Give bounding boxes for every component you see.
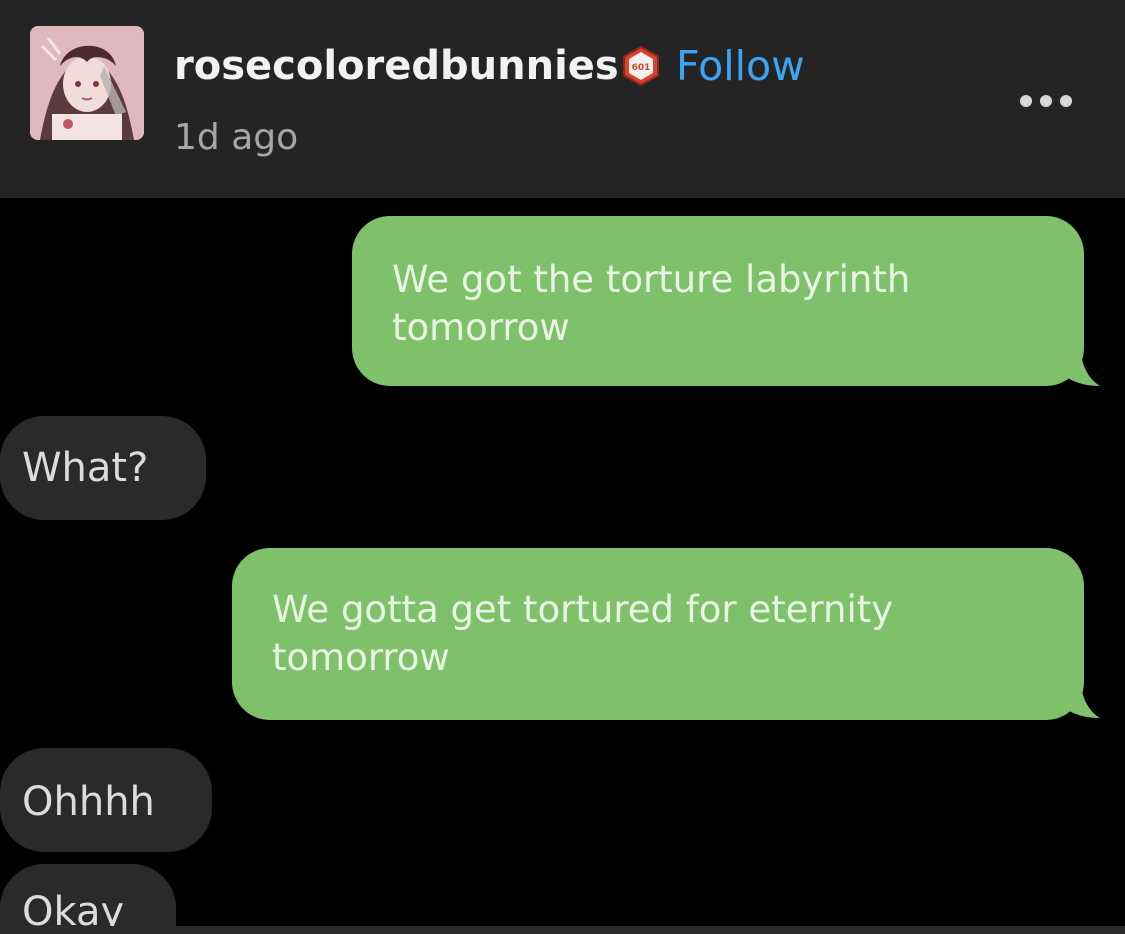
message-line: Okay [22,889,125,926]
chat-bubble-sent: We got the torture labyrinth tomorrow [352,216,1084,386]
message-line: tomorrow [272,636,450,679]
post-header: rosecoloredbunnies 601 Follow 1d ago [0,0,1125,198]
message-line: We gotta get tortured for eternity [272,588,894,631]
message-line: tomorrow [392,306,570,349]
chat-bubble-received: Ohhhh [0,748,212,852]
chat-bubble-received: What? [0,416,206,520]
message-line: What? [22,445,149,491]
post-timestamp: 1d ago [174,117,299,158]
post-image[interactable]: We got the torture labyrinth tomorrow Wh… [0,198,1125,926]
hexagon-badge-icon: 601 [623,45,659,87]
message-line: We got the torture labyrinth [392,258,911,301]
divider [0,926,1125,934]
follow-button[interactable]: Follow [676,40,805,92]
avatar-image [30,26,144,140]
chat-bubble-received: Okay [0,864,176,926]
more-options-button[interactable] [1014,86,1078,116]
avatar[interactable] [30,26,144,140]
username[interactable]: rosecoloredbunnies [174,40,619,92]
badge-number: 601 [632,63,651,73]
chat-bubble-sent: We gotta get tortured for eternity tomor… [232,548,1084,720]
bubble-tail [1056,680,1100,718]
post-view: rosecoloredbunnies 601 Follow 1d ago We … [0,0,1125,934]
message-line: Ohhhh [22,779,155,825]
more-horizontal-icon [1020,95,1032,107]
bubble-tail [1056,348,1100,386]
